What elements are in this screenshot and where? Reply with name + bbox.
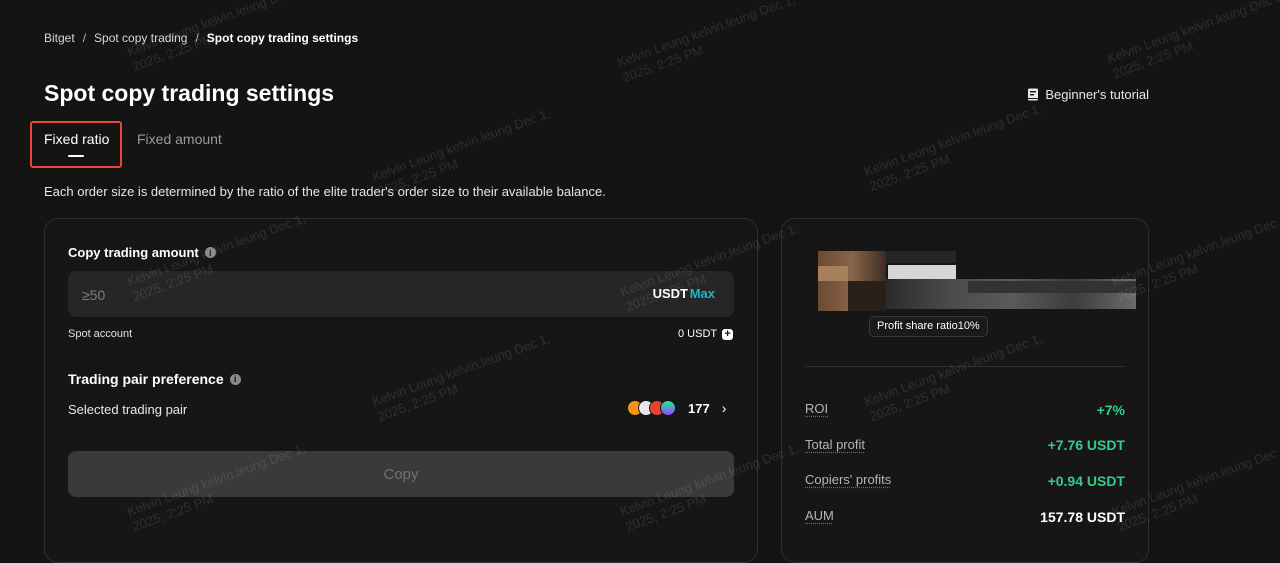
divider	[805, 366, 1125, 367]
mode-description: Each order size is determined by the rat…	[44, 184, 606, 199]
breadcrumb-separator: /	[82, 31, 87, 45]
stat-label-copiers-profits: Copiers' profits	[805, 472, 892, 487]
copy-amount-input[interactable]	[80, 271, 484, 319]
stat-label-total-profit: Total profit	[805, 437, 865, 452]
spot-account-value: 0 USDT	[678, 328, 718, 340]
profit-share-badge: Profit share ratio10%	[869, 316, 988, 337]
info-icon[interactable]: i	[204, 247, 216, 258]
stat-value-roi: +7%	[1096, 402, 1125, 418]
copy-amount-label: Copy trading amount i	[68, 245, 216, 260]
copy-settings-card	[44, 218, 758, 563]
add-funds-icon[interactable]: +	[722, 328, 734, 340]
stat-value-total-profit: +7.76 USDT	[1047, 437, 1125, 453]
breadcrumb-item-spot-copy-trading[interactable]: Spot copy trading	[94, 31, 187, 45]
breadcrumb: Bitget / Spot copy trading / Spot copy t…	[44, 31, 358, 45]
copy-button[interactable]: Copy	[68, 451, 734, 497]
selected-pair-count: 177	[688, 400, 710, 416]
spot-account-balance: 0 USDT +	[678, 328, 734, 340]
info-icon[interactable]: i	[229, 373, 241, 385]
highlight-box	[30, 121, 122, 168]
watermark: Kelvin Leung kelvin.leung Dec 1,2025, 2:…	[615, 0, 798, 86]
tutorial-label: Beginner's tutorial	[1045, 87, 1149, 102]
max-button[interactable]: Max	[690, 286, 715, 301]
pair-preference-label: Trading pair preference i	[68, 371, 241, 387]
copy-amount-field: USDT Max	[68, 271, 734, 319]
copy-amount-label-text: Copy trading amount	[68, 245, 199, 260]
breadcrumb-item-home[interactable]: Bitget	[44, 31, 75, 45]
breadcrumb-separator: /	[195, 31, 199, 45]
stat-label-roi: ROI	[805, 401, 829, 416]
book-icon	[1028, 88, 1039, 101]
currency-label: USDT	[652, 286, 688, 301]
stat-value-copiers-profits: +0.94 USDT	[1047, 473, 1125, 489]
watermark: Kelvin Leung kelvin.leung Dec 1,2025, 2:…	[862, 100, 1045, 195]
page-title: Spot copy trading settings	[44, 80, 335, 106]
sol-coin-icon	[660, 400, 676, 416]
tab-fixed-amount[interactable]: Fixed amount	[137, 131, 222, 147]
watermark: Kelvin Leung kelvin.leung Dec 1,2025, 2:…	[1105, 0, 1280, 82]
pair-preference-label-text: Trading pair preference	[68, 371, 224, 387]
chevron-right-icon: ›	[721, 400, 727, 416]
stat-label-aum: AUM	[805, 508, 834, 523]
trader-profile-blurred	[818, 251, 1136, 311]
beginners-tutorial-link[interactable]: Beginner's tutorial	[1027, 87, 1149, 102]
selected-pair-selector[interactable]: 177 ›	[627, 400, 726, 416]
breadcrumb-item-current: Spot copy trading settings	[206, 31, 359, 45]
selected-pair-label: Selected trading pair	[68, 402, 188, 417]
spot-account-label: Spot account	[68, 328, 133, 340]
stat-value-aum: 157.78 USDT	[1040, 509, 1125, 525]
